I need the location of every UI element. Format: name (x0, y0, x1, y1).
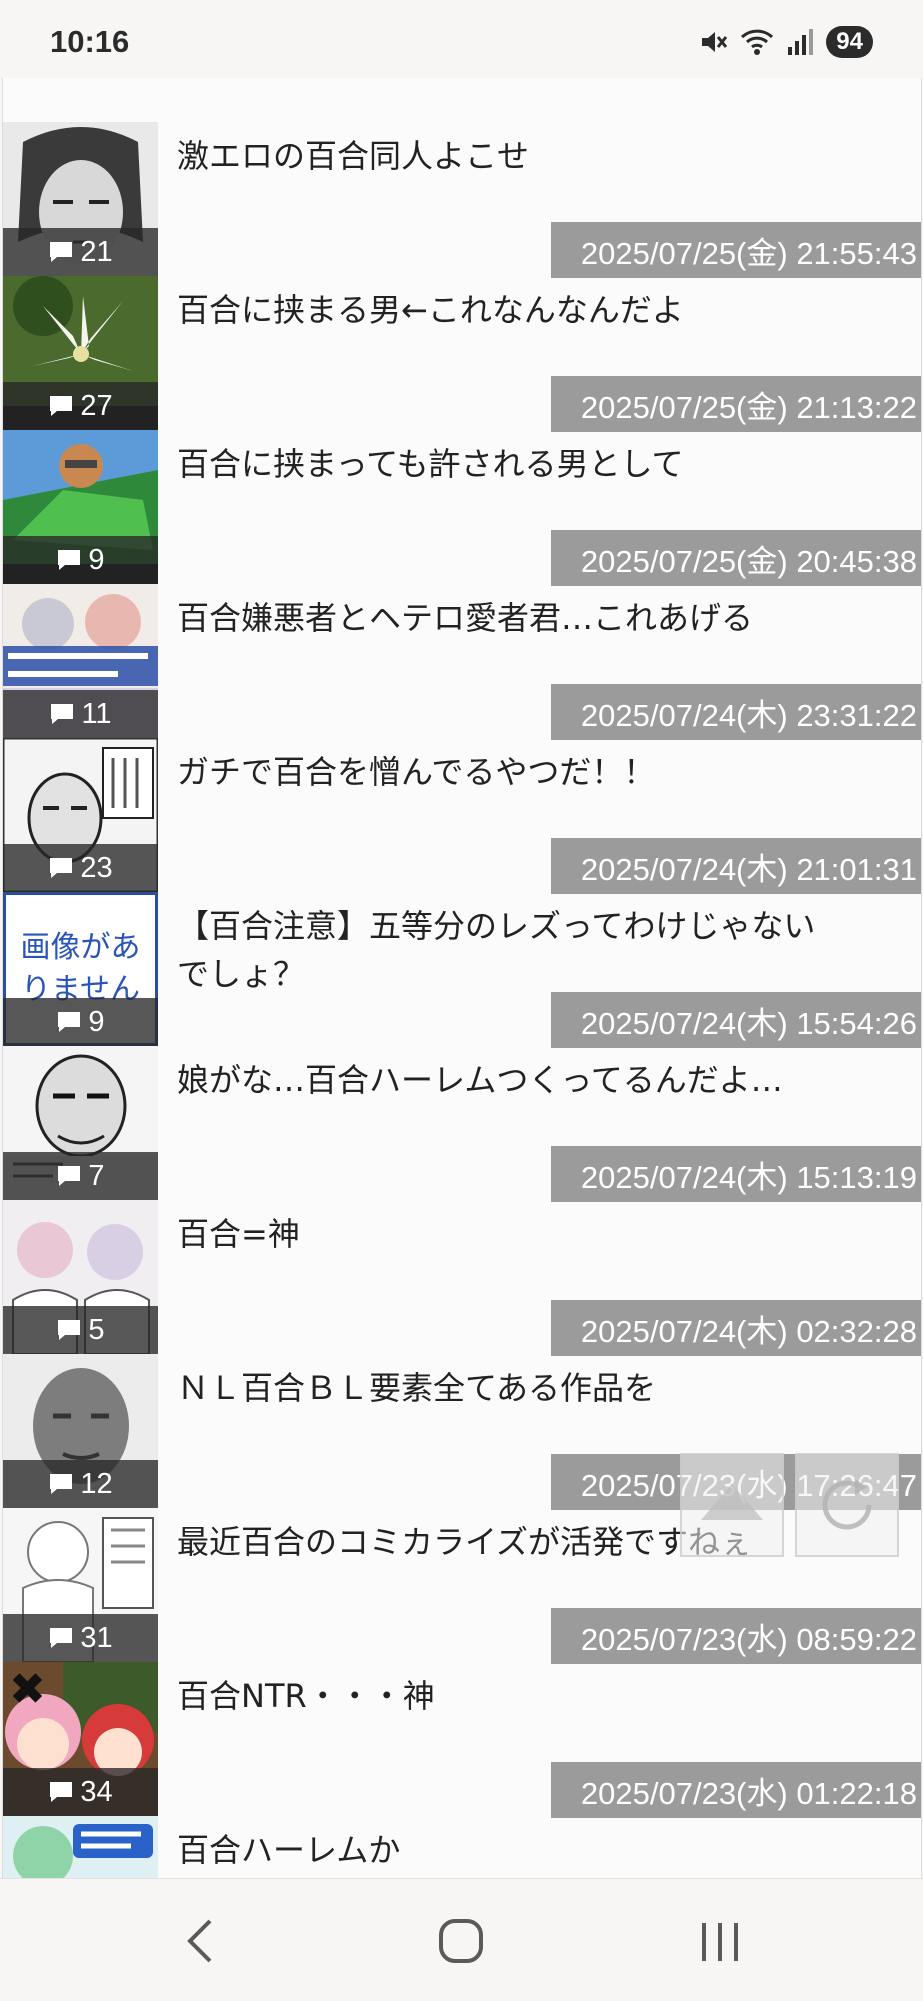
thread-date: 2025/07/23(水) 08:59:22 (551, 1608, 921, 1664)
list-item[interactable]: 画像がありません 9 【百合注意】五等分のレズってわけじゃないでしょ？ 2025… (3, 892, 921, 1048)
comment-count: 9 (3, 536, 158, 584)
list-item[interactable]: 11 百合嫌悪者とヘテロ愛者君…これあげる 2025/07/24(木) 23:3… (3, 584, 921, 740)
arrow-up-icon (701, 1484, 763, 1520)
status-time: 10:16 (50, 24, 130, 59)
thread-thumbnail[interactable]: 7 (3, 1046, 158, 1200)
wifi-icon (741, 29, 774, 55)
comment-count: 5 (3, 1306, 158, 1354)
thread-date: 2025/07/25(金) 21:13:22 (551, 376, 921, 432)
reload-button[interactable] (795, 1453, 899, 1557)
signal-icon (788, 29, 814, 55)
comment-count: 34 (3, 1768, 158, 1816)
thread-thumbnail[interactable]: 23 (3, 738, 158, 892)
list-item[interactable]: 百合ハーレムか (3, 1816, 921, 1878)
scroll-top-button[interactable] (680, 1453, 784, 1557)
list-item[interactable]: 9 百合に挟まっても許される男として 2025/07/25(金) 20:45:3… (3, 430, 921, 586)
comment-icon (58, 1012, 81, 1032)
thread-thumbnail[interactable]: 12 (3, 1354, 158, 1508)
thread-date: 2025/07/24(木) 15:13:19 (551, 1146, 921, 1202)
thread-title[interactable]: 娘がな…百合ハーレムつくってるんだよ… (177, 1056, 837, 1104)
comment-count: 12 (3, 1460, 158, 1508)
thread-date: 2025/07/23(水) 01:22:18 (551, 1762, 921, 1818)
system-nav-bar (0, 1878, 923, 2001)
thread-thumbnail[interactable]: 11 (3, 584, 158, 738)
comment-icon (58, 1166, 81, 1186)
back-icon[interactable] (180, 1915, 220, 1967)
list-item[interactable]: 5 百合=神 2025/07/24(木) 02:32:28 (3, 1200, 921, 1356)
home-icon[interactable] (437, 1915, 485, 1967)
thread-title[interactable]: 百合嫌悪者とヘテロ愛者君…これあげる (177, 594, 837, 642)
thread-date: 2025/07/25(金) 21:55:43 (551, 222, 921, 278)
thread-date: 2025/07/24(木) 02:32:28 (551, 1300, 921, 1356)
thread-title[interactable]: ＮＬ百合ＢＬ要素全てある作品を (177, 1364, 837, 1412)
comment-icon (50, 1474, 73, 1494)
comment-icon (50, 396, 73, 416)
comment-icon (58, 550, 81, 570)
reload-icon (822, 1479, 872, 1530)
thread-date: 2025/07/24(木) 15:54:26 (551, 992, 921, 1048)
comment-icon (50, 242, 73, 262)
comment-icon (58, 1320, 81, 1340)
thread-title[interactable]: 百合=神 (177, 1210, 837, 1258)
thread-date: 2025/07/25(金) 20:45:38 (551, 530, 921, 586)
thread-title[interactable]: 百合に挟まっても許される男として (177, 440, 837, 488)
list-item[interactable]: 34 百合NTR・・・神 2025/07/23(水) 01:22:18 (3, 1662, 921, 1818)
thread-list[interactable]: 21 激エロの百合同人よこせ 2025/07/25(金) 21:55:43 27… (2, 78, 922, 1878)
comment-count: 27 (3, 382, 158, 430)
thumbnail-image (3, 1816, 158, 1878)
comment-count: 21 (3, 228, 158, 276)
list-item[interactable]: 7 娘がな…百合ハーレムつくってるんだよ… 2025/07/24(木) 15:1… (3, 1046, 921, 1202)
thread-thumbnail[interactable] (3, 1816, 158, 1878)
close-icon[interactable]: ✖ (9, 1668, 46, 1712)
thread-thumbnail[interactable]: 9 (3, 430, 158, 584)
comment-icon (50, 858, 73, 878)
thread-title[interactable]: 百合NTR・・・神 (177, 1672, 837, 1720)
comment-count: 9 (3, 998, 158, 1046)
status-icons: 94 (698, 26, 873, 58)
list-item[interactable]: 23 ガチで百合を憎んでるやつだ！！ 2025/07/24(木) 21:01:3… (3, 738, 921, 894)
comment-count: 23 (3, 844, 158, 892)
thread-date: 2025/07/24(木) 21:01:31 (551, 838, 921, 894)
thread-title[interactable]: 百合ハーレムか (177, 1826, 837, 1874)
list-item[interactable]: 21 激エロの百合同人よこせ 2025/07/25(金) 21:55:43 (3, 122, 921, 278)
comment-count: 11 (3, 690, 158, 738)
thread-thumbnail[interactable]: 21 (3, 122, 158, 276)
recents-icon[interactable] (698, 1915, 742, 1967)
list-item[interactable]: 27 百合に挟まる男←これなんなんだよ 2025/07/25(金) 21:13:… (3, 276, 921, 432)
thread-thumbnail[interactable]: 画像がありません 9 (3, 892, 158, 1046)
battery-indicator: 94 (826, 26, 873, 58)
thread-title[interactable]: 【百合注意】五等分のレズってわけじゃないでしょ？ (177, 902, 837, 998)
mute-icon (702, 32, 728, 52)
thread-thumbnail[interactable]: 5 (3, 1200, 158, 1354)
comment-count: 31 (3, 1614, 158, 1662)
thread-thumbnail[interactable]: 27 (3, 276, 158, 430)
thread-thumbnail[interactable]: 31 (3, 1508, 158, 1662)
thread-title[interactable]: 百合に挟まる男←これなんなんだよ (177, 286, 837, 334)
thread-title[interactable]: ガチで百合を憎んでるやつだ！！ (177, 748, 837, 796)
thread-title[interactable]: 激エロの百合同人よこせ (177, 132, 837, 180)
comment-icon (51, 704, 74, 724)
comment-count: 7 (3, 1152, 158, 1200)
status-bar: 10:16 94 (0, 0, 923, 78)
comment-icon (50, 1782, 73, 1802)
comment-icon (50, 1628, 73, 1648)
thread-date: 2025/07/24(木) 23:31:22 (551, 684, 921, 740)
